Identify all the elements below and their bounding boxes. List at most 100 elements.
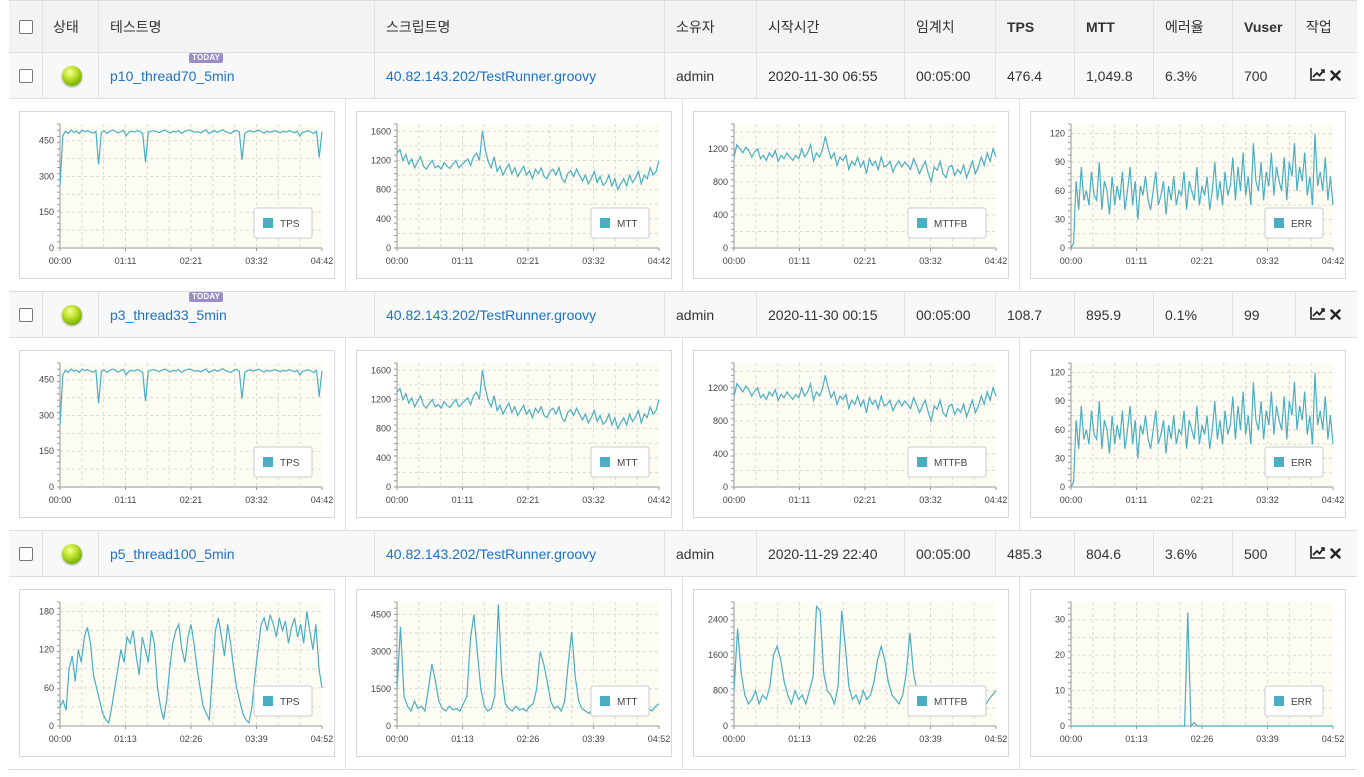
tps-chart: 0 150 300 450 00:00 01:11 02:21 03:32 04:42 TPS <box>19 111 335 279</box>
legend-swatch <box>600 218 610 228</box>
header-script-name[interactable]: 스크립트명 <box>375 1 665 52</box>
owner-cell: admin <box>665 53 757 98</box>
row-checkbox[interactable] <box>19 546 33 561</box>
header-vuser[interactable]: Vuser <box>1233 1 1296 52</box>
script-link[interactable]: 40.82.143.202/TestRunner.groovy <box>386 307 596 323</box>
select-all-checkbox[interactable] <box>19 19 33 34</box>
y-tick-label: 120 <box>39 645 54 655</box>
x-tick-label: 00:00 <box>49 734 72 744</box>
test-name-link[interactable]: p5_thread100_5min <box>110 546 235 562</box>
x-tick-label: 04:52 <box>648 734 671 744</box>
y-tick-label: 400 <box>713 210 728 220</box>
chart-cell-mttfb: 0 400 800 1200 00:00 01:11 02:21 03:32 04:42 MTTF… <box>683 99 1020 291</box>
legend-label: ERR <box>1291 458 1312 469</box>
err-chart: 0 30 60 90 120 00:00 01:11 02:21 03:32 04:42 ERR <box>1030 350 1346 518</box>
y-tick-label: 3000 <box>371 647 391 657</box>
line-chart-icon[interactable] <box>1310 306 1326 323</box>
start-time-cell: 2020-11-29 22:40 <box>757 531 905 576</box>
y-tick-label: 0 <box>1060 482 1065 492</box>
owner-cell: admin <box>665 292 757 337</box>
x-tick-label: 01:11 <box>452 495 474 505</box>
test-name-link[interactable]: p10_thread70_5min <box>110 68 235 84</box>
threshold-cell: 00:05:00 <box>905 292 996 337</box>
legend-swatch <box>917 696 927 706</box>
header-error-rate[interactable]: 에러율 <box>1154 1 1233 52</box>
chart-cell-mttfb: 0 400 800 1200 00:00 01:11 02:21 03:32 04:42 MTTF… <box>683 338 1020 530</box>
y-tick-label: 0 <box>386 243 391 253</box>
line-chart-icon[interactable] <box>1310 545 1326 562</box>
chart-svg: 0 800 1600 2400 00:00 01:13 02:26 03:39 04:52 MTT… <box>708 601 1007 744</box>
close-icon[interactable] <box>1330 307 1341 323</box>
close-icon[interactable] <box>1330 68 1341 84</box>
y-tick-label: 0 <box>723 243 728 253</box>
script-link[interactable]: 40.82.143.202/TestRunner.groovy <box>386 68 596 84</box>
mttfb-chart: 0 800 1600 2400 00:00 01:13 02:26 03:39 04:52 MTT… <box>693 589 1009 757</box>
x-tick-label: 00:00 <box>386 256 409 266</box>
header-start-time[interactable]: 시작시간 <box>757 1 905 52</box>
y-tick-label: 800 <box>376 424 391 434</box>
header-mtt[interactable]: MTT <box>1075 1 1154 52</box>
chart-svg: 0 150 300 450 00:00 01:11 02:21 03:32 04:42 TPS <box>39 362 334 505</box>
x-tick-label: 00:00 <box>723 495 746 505</box>
x-tick-label: 02:21 <box>180 495 203 505</box>
status-ok-icon[interactable] <box>62 65 82 86</box>
test-name-link[interactable]: p3_thread33_5min <box>110 307 227 323</box>
chart-svg: 0 400 800 1200 1600 00:00 01:11 02:21 03:32 04:42… <box>371 362 670 505</box>
y-tick-label: 450 <box>39 136 54 146</box>
legend-swatch <box>1274 457 1284 467</box>
y-tick-label: 1500 <box>371 684 391 694</box>
mtt-chart: 0 400 800 1200 1600 00:00 01:11 02:21 03:32 04:42… <box>356 350 672 518</box>
legend-swatch <box>600 457 610 467</box>
header-threshold[interactable]: 임계치 <box>905 1 996 52</box>
tps-chart: 0 60 120 180 00:00 01:13 02:26 03:39 04:52 TPS <box>19 589 335 757</box>
x-tick-label: 04:42 <box>1322 256 1345 266</box>
x-tick-label: 01:13 <box>788 734 811 744</box>
legend-label: MTT <box>617 458 638 469</box>
y-tick-label: 60 <box>1055 425 1065 435</box>
status-cell <box>43 531 99 576</box>
y-tick-label: 400 <box>376 214 391 224</box>
y-tick-label: 20 <box>1055 650 1065 660</box>
test-row[interactable]: TODAY p3_thread33_5min 40.82.143.202/Tes… <box>9 292 1357 338</box>
x-tick-label: 00:00 <box>1060 256 1083 266</box>
x-tick-label: 04:42 <box>311 256 334 266</box>
header-tps[interactable]: TPS <box>996 1 1075 52</box>
header-test-name[interactable]: 테스트명 <box>99 1 375 52</box>
header-status[interactable]: 상태 <box>43 1 99 52</box>
x-tick-label: 03:32 <box>1256 256 1279 266</box>
test-row[interactable]: p5_thread100_5min 40.82.143.202/TestRunn… <box>9 531 1357 577</box>
close-icon[interactable] <box>1330 546 1341 562</box>
actions-cell <box>1296 53 1357 98</box>
legend-swatch <box>600 696 610 706</box>
chart-svg: 0 150 300 450 00:00 01:11 02:21 03:32 04:42 TPS <box>39 123 334 266</box>
x-tick-label: 02:26 <box>180 734 203 744</box>
line-chart-icon[interactable] <box>1310 67 1326 84</box>
y-tick-label: 800 <box>713 177 728 187</box>
status-ok-icon[interactable] <box>62 543 82 564</box>
x-tick-label: 02:26 <box>1191 734 1214 744</box>
y-tick-label: 300 <box>39 410 54 420</box>
x-tick-label: 02:21 <box>517 495 540 505</box>
x-tick-label: 02:26 <box>517 734 540 744</box>
y-tick-label: 400 <box>713 449 728 459</box>
test-name-cell: p5_thread100_5min <box>99 531 375 576</box>
y-tick-label: 450 <box>39 375 54 385</box>
test-name-cell: TODAY p10_thread70_5min <box>99 53 375 98</box>
x-tick-label: 04:42 <box>311 495 334 505</box>
x-tick-label: 04:52 <box>311 734 334 744</box>
script-link[interactable]: 40.82.143.202/TestRunner.groovy <box>386 546 596 562</box>
header-owner[interactable]: 소유자 <box>665 1 757 52</box>
chart-cell-err: 0 30 60 90 120 00:00 01:11 02:21 03:32 04:42 ERR <box>1020 99 1357 291</box>
x-tick-label: 03:39 <box>919 734 942 744</box>
chart-legend: TPS <box>253 446 313 478</box>
legend-label: TPS <box>280 458 300 469</box>
y-tick-label: 0 <box>1060 721 1065 731</box>
y-tick-label: 180 <box>39 607 54 617</box>
row-checkbox[interactable] <box>19 307 33 322</box>
row-checkbox[interactable] <box>19 68 33 83</box>
test-list-table: 상태 테스트명 스크립트명 소유자 시작시간 임계치 TPS MTT 에러율 V… <box>9 0 1357 770</box>
x-tick-label: 01:11 <box>115 256 137 266</box>
test-row[interactable]: TODAY p10_thread70_5min 40.82.143.202/Te… <box>9 53 1357 99</box>
status-ok-icon[interactable] <box>62 304 82 325</box>
chart-legend: MTTFB <box>907 685 987 717</box>
